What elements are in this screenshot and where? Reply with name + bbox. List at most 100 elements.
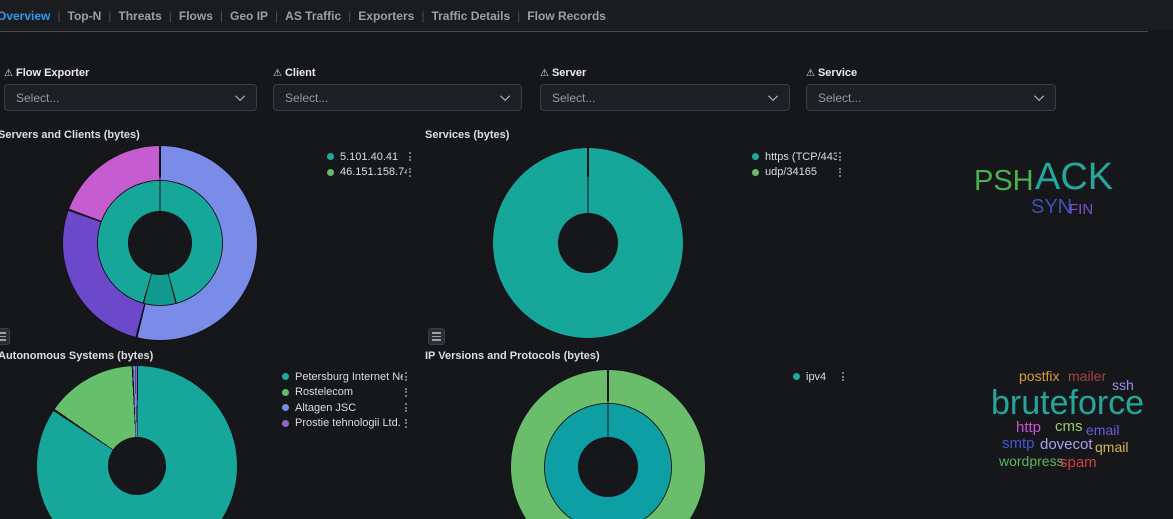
legend-item-label: ipv4	[806, 370, 827, 383]
nav-item-flows[interactable]: Flows	[179, 9, 213, 23]
server-select[interactable]: Select...	[540, 84, 790, 111]
legend-color-dot	[282, 404, 289, 411]
legend-color-dot	[793, 373, 800, 380]
donut-hole	[109, 438, 165, 494]
donut-hole	[129, 212, 191, 274]
warning-triangle-icon: ⚠	[806, 67, 815, 79]
ip-versions-donut-chart[interactable]	[511, 370, 705, 519]
cloud-word-http[interactable]: http	[1016, 420, 1041, 435]
nav-separator: |	[275, 9, 279, 23]
flow-exporter-label-text: Flow Exporter	[15, 67, 90, 79]
legend-item[interactable]: udp/34165	[752, 166, 843, 178]
kebab-menu-icon[interactable]	[403, 371, 409, 382]
chevron-down-icon	[500, 91, 511, 102]
cloud-word-email[interactable]: email	[1086, 423, 1119, 437]
cloud-word-fin[interactable]: FIN	[1069, 202, 1093, 217]
filter-service: ⚠ Service Select...	[806, 67, 1056, 111]
legend-item[interactable]: ipv4	[793, 370, 846, 383]
top-nav: Overview | Top-N | Threats | Flows | Geo IP | AS T…	[0, 9, 606, 23]
chevron-down-icon	[768, 91, 779, 102]
flow-exporter-select[interactable]: Select...	[4, 84, 257, 111]
legend-item-label: udp/34165	[765, 166, 817, 178]
legend-item-label: Prostie tehnologii Ltd.	[295, 417, 401, 429]
legend-item-label: 5.101.40.41	[340, 150, 399, 163]
donut-hole	[559, 214, 617, 272]
cloud-word-qmail[interactable]: qmail	[1095, 440, 1128, 454]
nav-item-threats[interactable]: Threats	[118, 9, 161, 23]
legend-color-dot	[327, 168, 334, 176]
legend-item-label: https (TCP/443)	[765, 150, 837, 163]
donut-hole	[579, 438, 637, 496]
kebab-menu-icon[interactable]	[403, 402, 409, 413]
cloud-word-smtp[interactable]: smtp	[1002, 436, 1035, 451]
legend-item[interactable]: https (TCP/443)	[752, 150, 843, 163]
legend-item[interactable]: 46.151.158.74	[327, 166, 413, 178]
autonomous-systems-donut-chart[interactable]	[37, 366, 237, 519]
nav-item-as-traffic[interactable]: AS Traffic	[285, 9, 341, 23]
cloud-word-mailer[interactable]: mailer	[1068, 369, 1106, 383]
cloud-word-cms[interactable]: cms	[1055, 419, 1083, 434]
filter-flow-exporter: ⚠ Flow Exporter Select...	[4, 67, 257, 111]
services-donut-chart[interactable]	[493, 148, 683, 338]
service-select[interactable]: Select...	[806, 84, 1056, 111]
legend-item[interactable]: Altagen JSC	[282, 401, 409, 414]
legend-item-label: Petersburg Internet Net...	[295, 370, 403, 383]
kebab-menu-icon[interactable]	[840, 371, 846, 382]
table-view-button[interactable]	[428, 328, 445, 345]
legend-color-dot	[327, 153, 334, 160]
server-select-value: Select...	[552, 90, 596, 105]
chart-title-ip-versions: IP Versions and Protocols (bytes)	[425, 350, 600, 362]
legend-item[interactable]: Rostelecom	[282, 386, 409, 398]
service-select-value: Select...	[818, 90, 862, 105]
nav-item-overview[interactable]: Overview	[0, 9, 50, 23]
kebab-menu-icon[interactable]	[837, 167, 843, 178]
cloud-word-spam[interactable]: spam	[1060, 455, 1097, 470]
cloud-word-wordpress[interactable]: wordpress	[999, 454, 1064, 468]
kebab-menu-icon[interactable]	[403, 387, 409, 398]
servers-clients-donut-chart[interactable]	[63, 146, 257, 340]
cloud-word-postfix[interactable]: postfix	[1019, 369, 1059, 383]
flow-exporter-select-value: Select...	[16, 90, 60, 105]
filter-client: ⚠ Client Select...	[273, 67, 522, 111]
chart-title-servers-clients: Servers and Clients (bytes)	[0, 129, 140, 141]
legend-item[interactable]: Prostie tehnologii Ltd.	[282, 417, 409, 429]
nav-separator: |	[168, 9, 172, 23]
legend-item-label: 46.151.158.74	[340, 166, 407, 178]
chart-title-services: Services (bytes)	[425, 129, 510, 141]
kebab-menu-icon[interactable]	[407, 167, 413, 178]
legend-color-dot	[752, 153, 759, 160]
cloud-word-ack[interactable]: ACK	[1035, 158, 1113, 196]
filter-server: ⚠ Server Select...	[540, 67, 790, 111]
nav-item-traffic-details[interactable]: Traffic Details	[431, 9, 510, 23]
kebab-menu-icon[interactable]	[407, 151, 413, 162]
cloud-word-dovecot[interactable]: dovecot	[1040, 437, 1093, 452]
cloud-word-bruteforce[interactable]: bruteforce	[991, 386, 1144, 420]
nav-item-top-n[interactable]: Top-N	[68, 9, 102, 23]
kebab-menu-icon[interactable]	[403, 418, 409, 429]
legend-color-dot	[282, 373, 289, 380]
client-select[interactable]: Select...	[273, 84, 522, 111]
nav-divider	[0, 31, 1148, 32]
flow-exporter-label: ⚠ Flow Exporter	[4, 67, 257, 79]
legend-color-dot	[282, 388, 289, 396]
legend-item[interactable]: Petersburg Internet Net...	[282, 370, 409, 383]
servers-clients-legend: 5.101.40.41 46.151.158.74	[327, 151, 413, 182]
client-select-value: Select...	[285, 90, 329, 105]
chart-title-autonomous-systems: Autonomous Systems (bytes)	[0, 350, 154, 362]
legend-item-label: Altagen JSC	[295, 401, 357, 414]
table-view-button[interactable]	[0, 328, 10, 345]
cloud-word-syn[interactable]: SYN	[1031, 197, 1072, 217]
warning-triangle-icon: ⚠	[540, 67, 549, 79]
nav-item-flow-records[interactable]: Flow Records	[527, 9, 606, 23]
server-label: ⚠ Server	[540, 67, 790, 79]
ip-versions-legend: ipv4	[793, 371, 846, 387]
chevron-down-icon	[1034, 91, 1045, 102]
server-label-text: Server	[551, 67, 587, 79]
services-legend: https (TCP/443) udp/34165	[752, 151, 843, 182]
nav-item-exporters[interactable]: Exporters	[358, 9, 414, 23]
cloud-word-psh[interactable]: PSH	[974, 167, 1034, 196]
client-label: ⚠ Client	[273, 67, 522, 79]
legend-item[interactable]: 5.101.40.41	[327, 150, 413, 163]
kebab-menu-icon[interactable]	[837, 151, 843, 162]
nav-item-geo-ip[interactable]: Geo IP	[230, 9, 268, 23]
